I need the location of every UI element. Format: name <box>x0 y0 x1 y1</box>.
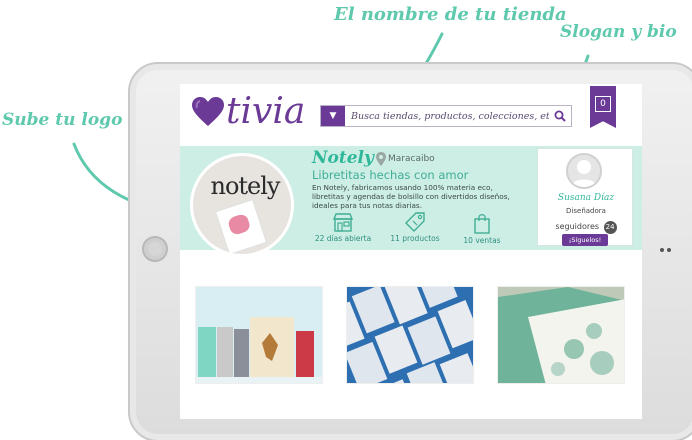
product-image <box>196 287 322 383</box>
follow-button[interactable]: ¡Síguelos! <box>562 234 608 246</box>
owner-role: Diseñadora <box>566 207 606 215</box>
followers-label: seguidores <box>555 222 600 231</box>
store-icon <box>332 213 354 232</box>
store-bio: En Notely, fabricamos usando 100% materi… <box>312 183 510 210</box>
notebook-photo <box>214 198 268 254</box>
store-city: Maracaibo <box>388 154 435 164</box>
tag-icon <box>405 212 425 232</box>
stat-sales: 10 ventas <box>447 212 517 245</box>
stat-label: 22 días abierta <box>314 234 372 243</box>
annotation-store-name: El nombre de tu tienda <box>334 4 567 25</box>
home-button[interactable] <box>142 236 168 262</box>
camera-dot <box>660 248 664 252</box>
owner-card: Susana Díaz Diseñadora seguidores 24 ¡Sí… <box>537 148 633 246</box>
search-bar[interactable]: ▼ Busca tiendas, productos, colecciones,… <box>320 105 572 127</box>
bag-icon <box>474 214 490 234</box>
category-dropdown-button[interactable]: ▼ <box>321 106 345 126</box>
search-input[interactable]: Busca tiendas, productos, colecciones, e… <box>345 111 549 122</box>
followers: seguidores 24 <box>538 221 634 234</box>
stat-days-open: 22 días abierta <box>308 212 378 243</box>
caret-down-icon: ▼ <box>329 111 337 121</box>
store-logo[interactable]: notely <box>190 153 294 257</box>
search-button[interactable] <box>549 106 571 126</box>
store-name[interactable]: Notely <box>312 148 374 168</box>
followers-count: 24 <box>603 221 617 234</box>
heart-icon <box>192 97 224 126</box>
cart-count: 0 <box>595 96 611 112</box>
owner-name[interactable]: Susana Díaz <box>538 193 634 203</box>
cart-button[interactable]: 0 <box>590 86 616 128</box>
camera-dot <box>667 248 671 252</box>
location-pin-icon <box>376 152 386 166</box>
store-logo-text: notely <box>210 172 281 200</box>
tablet-screen: tivia ▼ Busca tiendas, productos, colecc… <box>180 84 642 419</box>
product-image <box>347 287 473 383</box>
brand-name: tivia <box>226 91 306 132</box>
store-slogan: Libretitas hechas con amor <box>312 168 469 182</box>
user-icon <box>571 160 597 187</box>
stat-products: 11 productos <box>380 212 450 243</box>
tivia-logo[interactable]: tivia <box>192 92 305 132</box>
product-card[interactable] <box>346 286 474 384</box>
owner-avatar[interactable] <box>566 153 602 189</box>
product-card[interactable] <box>497 286 625 384</box>
stat-label: 11 productos <box>390 234 440 243</box>
product-image <box>498 287 624 383</box>
annotation-slogan-bio: Slogan y bio <box>560 22 677 42</box>
annotation-logo: Sube tu logo <box>2 110 123 130</box>
product-card[interactable] <box>195 286 323 384</box>
search-icon <box>554 110 566 122</box>
stat-label: 10 ventas <box>463 236 501 245</box>
